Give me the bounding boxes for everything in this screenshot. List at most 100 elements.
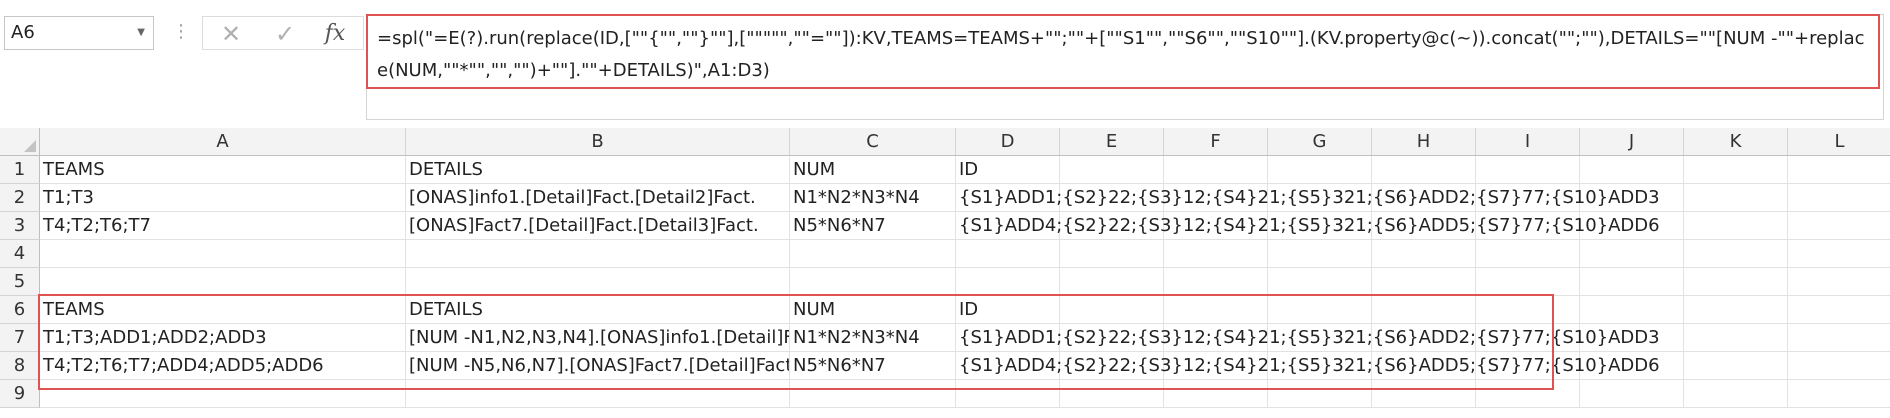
cell-h1[interactable] [1372, 156, 1476, 184]
cell-f6[interactable] [1164, 296, 1268, 324]
confirm-icon[interactable]: ✓ [265, 19, 305, 49]
cell-i1[interactable] [1476, 156, 1580, 184]
cell-d4[interactable] [956, 240, 1060, 268]
cell-k8[interactable] [1684, 352, 1788, 380]
cell-k1[interactable] [1684, 156, 1788, 184]
cell-a6[interactable]: TEAMS [40, 296, 406, 324]
cell-a2[interactable]: T1;T3 [40, 184, 406, 212]
cell-c4[interactable] [790, 240, 956, 268]
cell-j4[interactable] [1580, 240, 1684, 268]
cell-b9[interactable] [406, 380, 790, 408]
column-header-j[interactable]: J [1580, 128, 1684, 156]
cell-h4[interactable] [1372, 240, 1476, 268]
cell-d3[interactable]: {S1}ADD4;{S2}22;{S3}12;{S4}21;{S5}321;{S… [956, 212, 1660, 240]
cell-c7[interactable]: N1*N2*N3*N4 [790, 324, 956, 352]
column-header-c[interactable]: C [790, 128, 956, 156]
row-header-7[interactable]: 7 [0, 324, 40, 352]
cell-g9[interactable] [1268, 380, 1372, 408]
cell-l4[interactable] [1788, 240, 1890, 268]
cell-i9[interactable] [1476, 380, 1580, 408]
column-header-b[interactable]: B [406, 128, 790, 156]
cell-k7[interactable] [1684, 324, 1788, 352]
row-header-2[interactable]: 2 [0, 184, 40, 212]
cell-j9[interactable] [1580, 380, 1684, 408]
cell-l6[interactable] [1788, 296, 1890, 324]
column-header-a[interactable]: A [40, 128, 406, 156]
cell-d5[interactable] [956, 268, 1060, 296]
cell-k6[interactable] [1684, 296, 1788, 324]
cell-k3[interactable] [1684, 212, 1788, 240]
cell-l5[interactable] [1788, 268, 1890, 296]
row-header-6[interactable]: 6 [0, 296, 40, 324]
cell-c9[interactable] [790, 380, 956, 408]
cell-b2[interactable]: [ONAS]info1.[Detail]Fact.[Detail2]Fact. [406, 184, 790, 212]
row-header-1[interactable]: 1 [0, 156, 40, 184]
cell-a3[interactable]: T4;T2;T6;T7 [40, 212, 406, 240]
chevron-down-icon[interactable]: ▼ [137, 17, 145, 49]
cell-c1[interactable]: NUM [790, 156, 956, 184]
cell-g4[interactable] [1268, 240, 1372, 268]
cell-j6[interactable] [1580, 296, 1684, 324]
cell-l3[interactable] [1788, 212, 1890, 240]
cell-j5[interactable] [1580, 268, 1684, 296]
column-header-f[interactable]: F [1164, 128, 1268, 156]
cell-l2[interactable] [1788, 184, 1890, 212]
cell-b7[interactable]: [NUM -N1,N2,N3,N4].[ONAS]info1.[Detail]F… [406, 324, 790, 352]
cell-i5[interactable] [1476, 268, 1580, 296]
cell-f4[interactable] [1164, 240, 1268, 268]
column-header-e[interactable]: E [1060, 128, 1164, 156]
cell-l7[interactable] [1788, 324, 1890, 352]
cell-c6[interactable]: NUM [790, 296, 956, 324]
cell-j1[interactable] [1580, 156, 1684, 184]
cell-e4[interactable] [1060, 240, 1164, 268]
cell-d2[interactable]: {S1}ADD1;{S2}22;{S3}12;{S4}21;{S5}321;{S… [956, 184, 1660, 212]
cell-d1[interactable]: ID [956, 156, 1060, 184]
column-header-d[interactable]: D [956, 128, 1060, 156]
cell-e5[interactable] [1060, 268, 1164, 296]
cell-k4[interactable] [1684, 240, 1788, 268]
cell-a9[interactable] [40, 380, 406, 408]
cell-h9[interactable] [1372, 380, 1476, 408]
cell-d9[interactable] [956, 380, 1060, 408]
cell-b1[interactable]: DETAILS [406, 156, 790, 184]
cell-g6[interactable] [1268, 296, 1372, 324]
column-header-i[interactable]: I [1476, 128, 1580, 156]
cell-d8[interactable]: {S1}ADD4;{S2}22;{S3}12;{S4}21;{S5}321;{S… [956, 352, 1660, 380]
cell-d7[interactable]: {S1}ADD1;{S2}22;{S3}12;{S4}21;{S5}321;{S… [956, 324, 1660, 352]
cell-g1[interactable] [1268, 156, 1372, 184]
cell-l1[interactable] [1788, 156, 1890, 184]
insert-function-icon[interactable]: fx [315, 19, 355, 49]
cell-c8[interactable]: N5*N6*N7 [790, 352, 956, 380]
column-header-g[interactable]: G [1268, 128, 1372, 156]
drag-handle-icon[interactable]: ⋮ [172, 18, 190, 48]
cell-c5[interactable] [790, 268, 956, 296]
cell-c2[interactable]: N1*N2*N3*N4 [790, 184, 956, 212]
cell-l8[interactable] [1788, 352, 1890, 380]
cell-k9[interactable] [1684, 380, 1788, 408]
row-header-8[interactable]: 8 [0, 352, 40, 380]
cell-g5[interactable] [1268, 268, 1372, 296]
cell-b8[interactable]: [NUM -N5,N6,N7].[ONAS]Fact7.[Detail]Fact… [406, 352, 790, 380]
cell-i6[interactable] [1476, 296, 1580, 324]
row-header-4[interactable]: 4 [0, 240, 40, 268]
column-header-h[interactable]: H [1372, 128, 1476, 156]
cell-d6[interactable]: ID [956, 296, 1060, 324]
cell-a5[interactable] [40, 268, 406, 296]
column-header-l[interactable]: L [1788, 128, 1890, 156]
cell-k2[interactable] [1684, 184, 1788, 212]
row-header-9[interactable]: 9 [0, 380, 40, 408]
row-header-3[interactable]: 3 [0, 212, 40, 240]
column-header-k[interactable]: K [1684, 128, 1788, 156]
cell-f9[interactable] [1164, 380, 1268, 408]
cell-h6[interactable] [1372, 296, 1476, 324]
cell-b6[interactable]: DETAILS [406, 296, 790, 324]
cell-i4[interactable] [1476, 240, 1580, 268]
cell-a8[interactable]: T4;T2;T6;T7;ADD4;ADD5;ADD6 [40, 352, 406, 380]
cell-a4[interactable] [40, 240, 406, 268]
cell-a7[interactable]: T1;T3;ADD1;ADD2;ADD3 [40, 324, 406, 352]
cell-b5[interactable] [406, 268, 790, 296]
row-header-5[interactable]: 5 [0, 268, 40, 296]
cell-l9[interactable] [1788, 380, 1890, 408]
cell-b4[interactable] [406, 240, 790, 268]
cell-f5[interactable] [1164, 268, 1268, 296]
